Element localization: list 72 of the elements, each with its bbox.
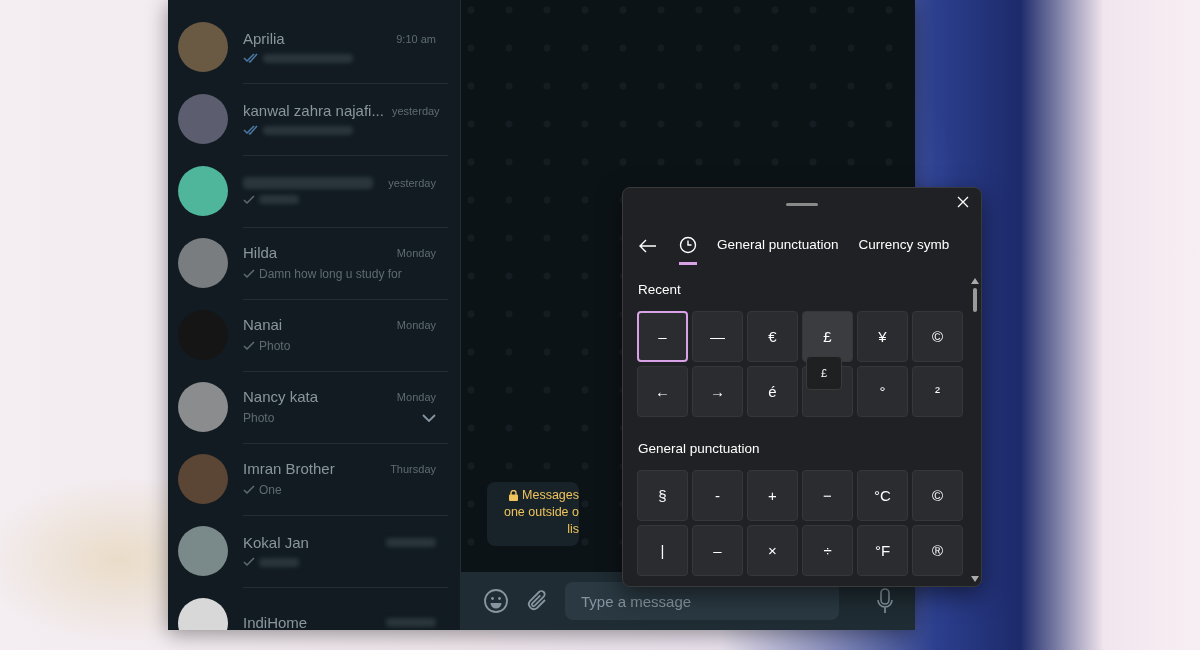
- symbol-key[interactable]: ←: [637, 366, 688, 417]
- chat-time: Monday: [396, 390, 436, 403]
- symbol-key[interactable]: °F: [857, 525, 908, 576]
- avatar: [178, 382, 228, 432]
- message-preview: Photo: [243, 411, 275, 425]
- contact-name: IndiHome: [243, 614, 308, 630]
- message-preview: One: [259, 483, 282, 497]
- symbol-key[interactable]: ©: [912, 311, 963, 362]
- section-title: General punctuation: [638, 441, 761, 456]
- avatar: [178, 22, 228, 72]
- symbol-key[interactable]: ÷: [802, 525, 853, 576]
- avatar: [178, 238, 228, 288]
- contact-name: Kokal Jan: [243, 534, 309, 551]
- chat-time: Monday: [396, 318, 436, 331]
- symbol-key[interactable]: -: [692, 470, 743, 521]
- symbol-key[interactable]: –: [692, 525, 743, 576]
- symbol-key[interactable]: °: [857, 366, 908, 417]
- symbol-key[interactable]: °C: [857, 470, 908, 521]
- chat-time: Thursday: [390, 462, 436, 475]
- tooltip: £: [806, 356, 842, 390]
- smiley-icon[interactable]: [483, 588, 509, 614]
- contact-name: Imran Brother: [243, 460, 335, 477]
- symbol-key[interactable]: –: [637, 311, 688, 362]
- scroll-down-icon[interactable]: [971, 576, 979, 582]
- symbol-key[interactable]: −: [802, 470, 853, 521]
- chat-time: yesterday: [388, 176, 436, 189]
- lock-icon: [509, 489, 518, 501]
- close-button[interactable]: [955, 194, 971, 210]
- section-title: Recent: [638, 282, 682, 297]
- notice-text: one outside o: [503, 505, 579, 519]
- category-tab[interactable]: Currency symb: [858, 229, 950, 263]
- symbol-key[interactable]: ²: [912, 366, 963, 417]
- paperclip-icon[interactable]: [525, 589, 549, 613]
- symbol-key[interactable]: é: [747, 366, 798, 417]
- blurred-text: [259, 557, 299, 567]
- microphone-icon[interactable]: [877, 588, 893, 614]
- symbol-key[interactable]: ×: [747, 525, 798, 576]
- scrollbar-thumb[interactable]: [973, 288, 977, 312]
- symbol-key[interactable]: €: [747, 311, 798, 362]
- symbol-key[interactable]: ©: [912, 470, 963, 521]
- chat-time: yesterday: [391, 104, 440, 117]
- chevron-down-icon[interactable]: [422, 414, 436, 422]
- drag-handle[interactable]: [786, 202, 818, 206]
- chat-time: 9:10 am: [396, 32, 436, 45]
- blurred-text: [386, 538, 436, 547]
- symbol-key[interactable]: —: [692, 311, 743, 362]
- chat-time: Monday: [396, 246, 436, 259]
- contact-name: kanwal zahra najafi...: [243, 102, 384, 119]
- notice-text: lis: [567, 522, 579, 536]
- symbol-key[interactable]: §: [637, 470, 688, 521]
- contact-name: Aprilia: [243, 30, 285, 47]
- contact-name: Nanai: [243, 316, 283, 333]
- avatar: [178, 526, 228, 576]
- contact-name: Hilda: [243, 244, 278, 261]
- symbol-key[interactable]: +: [747, 470, 798, 521]
- notice-text: Messages: [509, 488, 579, 502]
- back-button[interactable]: [637, 237, 659, 255]
- message-preview: Damn how long u study for: [259, 267, 402, 281]
- avatar: [178, 166, 228, 216]
- symbol-key[interactable]: ¥: [857, 311, 908, 362]
- avatar: [178, 454, 228, 504]
- symbol-key[interactable]: £: [802, 311, 853, 362]
- blurred-text: [259, 195, 299, 204]
- message-preview: Photo: [259, 339, 291, 353]
- scroll-up-icon[interactable]: [971, 278, 979, 284]
- contact-name: Nancy kata: [243, 388, 319, 405]
- avatar: [178, 94, 228, 144]
- blurred-text: [386, 618, 436, 627]
- symbol-key[interactable]: →: [692, 366, 743, 417]
- symbol-key[interactable]: |: [637, 525, 688, 576]
- category-tab[interactable]: General punctuation: [717, 229, 839, 263]
- symbol-key[interactable]: ®: [912, 525, 963, 576]
